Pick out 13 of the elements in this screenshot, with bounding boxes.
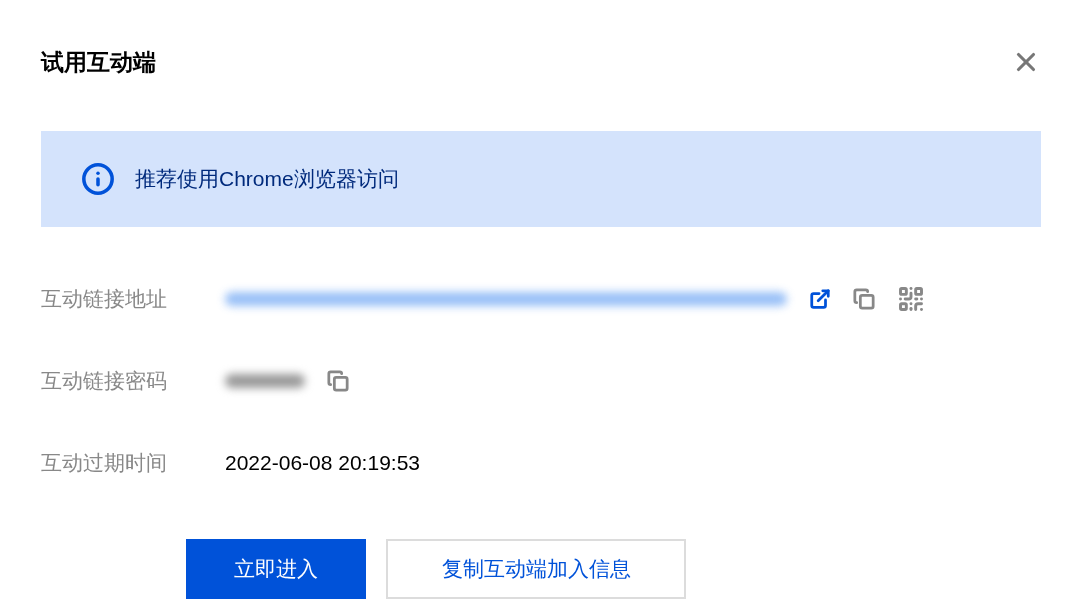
field-label: 互动链接密码 bbox=[41, 368, 168, 394]
external-link-icon[interactable] bbox=[809, 288, 831, 310]
field-label: 互动过期时间 bbox=[41, 450, 168, 476]
copy-icon[interactable] bbox=[853, 288, 875, 310]
copy-icon[interactable] bbox=[327, 370, 349, 392]
field-value: 2022-06-08 20:19:53 bbox=[225, 451, 420, 475]
enter-button[interactable]: 立即进入 bbox=[186, 539, 366, 599]
copy-info-button[interactable]: 复制互动端加入信息 bbox=[386, 539, 686, 599]
info-icon bbox=[81, 162, 115, 196]
notice-text: 推荐使用Chrome浏览器访问 bbox=[135, 166, 399, 192]
field-label: 互动链接地址 bbox=[41, 286, 168, 312]
dialog-title: 试用互动端 bbox=[41, 47, 156, 77]
qr-code-icon[interactable] bbox=[897, 285, 925, 313]
